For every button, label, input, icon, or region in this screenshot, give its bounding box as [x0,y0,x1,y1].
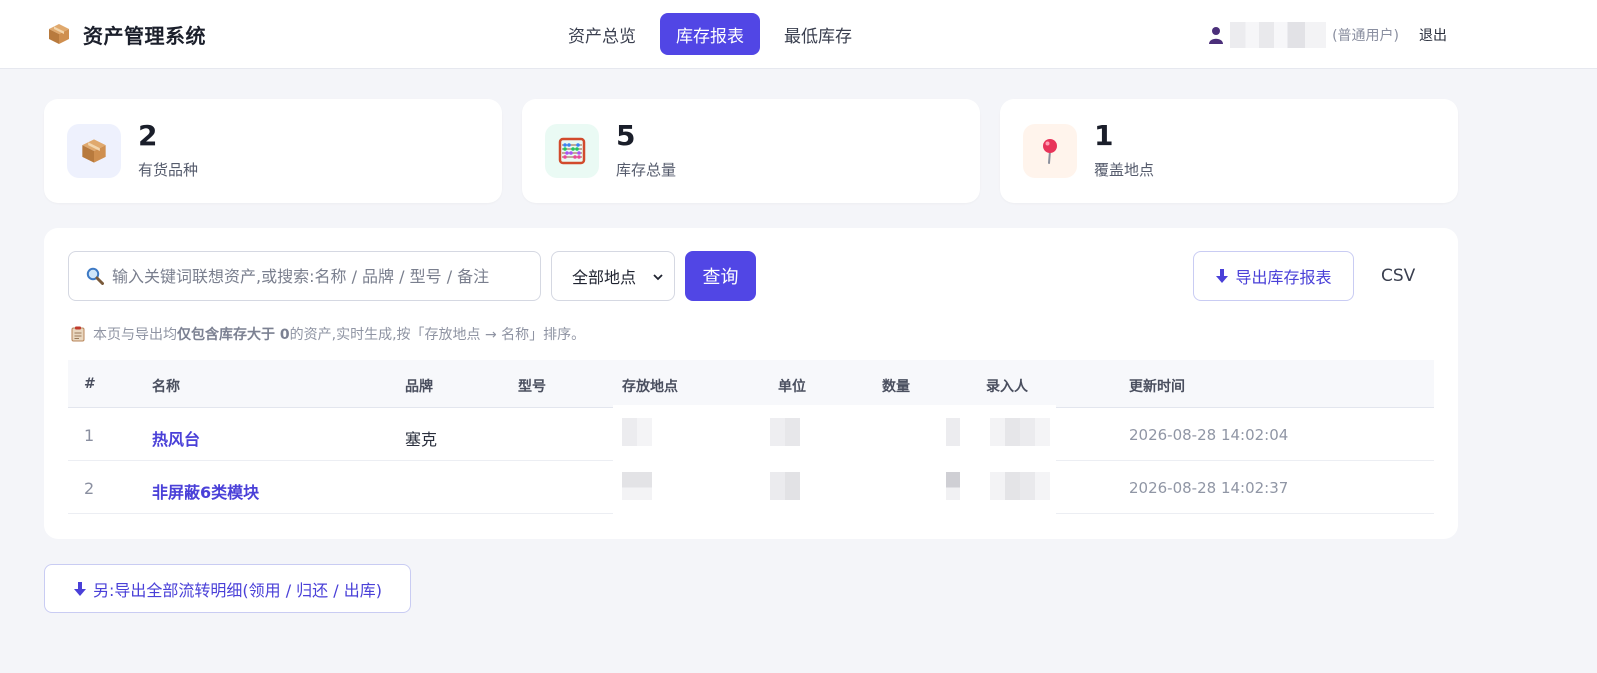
col-quantity: 数量 [882,379,910,395]
package-icon [82,139,106,163]
redacted-unit [770,418,800,446]
stat-label: 库存总量 [616,161,677,179]
brand[interactable]: 资产管理系统 [47,20,206,48]
row-index: 1 [84,426,95,445]
row-brand: 塞克 [405,430,438,449]
user-area: (普通用户) 退出 [1208,22,1447,48]
row-updated: 2026-08-28 14:02:04 [1129,426,1289,444]
main-nav: 资产总览 库存报表 最低库存 [552,13,868,55]
nav-asset-overview[interactable]: 资产总览 [552,13,652,55]
inventory-table: # 名称 品牌 型号 存放地点 单位 数量 录入人 更新时间 1 热风台 塞克 … [68,360,1434,515]
export-all-transfers-button[interactable]: 另:导出全部流转明细(领用 / 归还 / 出库) [44,564,411,613]
redacted-quantity [946,418,960,446]
col-creator: 录入人 [986,379,1028,395]
export-report-button[interactable]: 导出库存报表 [1193,251,1354,301]
stat-label: 覆盖地点 [1094,161,1155,179]
note-prefix: 本页与导出均 [93,327,177,343]
col-updated: 更新时间 [1129,379,1185,395]
top-header: 资产管理系统 资产总览 库存报表 最低库存 (普通用户) 退出 [0,0,1597,69]
table-header: # 名称 品牌 型号 存放地点 单位 数量 录入人 更新时间 [68,360,1434,408]
col-location: 存放地点 [622,379,678,395]
abacus-icon [558,137,586,165]
pin-icon [1043,139,1057,164]
redacted-creator [990,418,1050,446]
stat-value: 5 [616,119,636,152]
app-title: 资产管理系统 [83,23,206,48]
csv-link[interactable]: CSV [1381,266,1415,286]
search-icon [86,267,104,285]
col-name: 名称 [152,379,180,395]
redacted-unit [770,472,800,500]
stat-card-in-stock-types: 2 有货品种 [44,99,502,203]
stat-icon-box [1023,124,1077,178]
row-index: 2 [84,479,95,498]
redacted-region [613,405,1056,515]
stat-value: 2 [138,119,158,152]
row-name-link[interactable]: 非屏蔽6类模块 [152,479,259,503]
search-input[interactable] [112,266,532,286]
row-updated: 2026-08-28 14:02:37 [1129,479,1289,497]
package-icon [49,24,69,44]
nav-min-stock[interactable]: 最低库存 [768,13,868,55]
username-redacted [1230,22,1327,48]
location-select[interactable]: 全部地点 [551,251,675,301]
location-select-value: 全部地点 [572,268,637,287]
inventory-panel: 全部地点 查询 导出库存报表 CSV 本页与导出均仅包含库存大于 0 的资产,实… [44,228,1458,539]
export-all-label: 另:导出全部流转明细(领用 / 归还 / 出库) [92,580,382,600]
col-unit: 单位 [778,379,806,395]
redacted-location [622,418,652,446]
download-arrow-icon [1216,269,1229,283]
user-role: (普通用户) [1332,28,1399,44]
query-button[interactable]: 查询 [685,251,756,301]
stat-value: 1 [1094,119,1114,152]
clipboard-icon [71,326,85,342]
redacted-quantity [946,472,960,500]
col-model: 型号 [518,379,546,395]
note-emphasis: 仅包含库存大于 0 [177,327,290,343]
user-icon [1209,27,1224,44]
col-brand: 品牌 [405,379,433,395]
export-report-label: 导出库存报表 [1235,268,1332,287]
stat-card-total-stock: 5 库存总量 [522,99,980,203]
chevron-down-icon [653,274,663,281]
nav-inventory-report[interactable]: 库存报表 [660,13,760,55]
stat-icon-box [67,124,121,178]
search-box[interactable] [68,251,541,301]
logout-link[interactable]: 退出 [1419,25,1447,45]
stat-label: 有货品种 [138,161,199,179]
row-name-link[interactable]: 热风台 [152,426,200,450]
redacted-creator [990,472,1050,500]
download-arrow-icon [73,581,86,596]
note-suffix: 的资产,实时生成,按「存放地点 → 名称」排序。 [289,327,586,343]
col-index: # [84,376,96,392]
redacted-location [622,472,652,500]
stat-icon-box [545,124,599,178]
report-note: 本页与导出均 仅包含库存大于 0 的资产,实时生成,按「存放地点 → 名称」排序。 [71,324,585,344]
stat-card-locations: 1 覆盖地点 [1000,99,1458,203]
